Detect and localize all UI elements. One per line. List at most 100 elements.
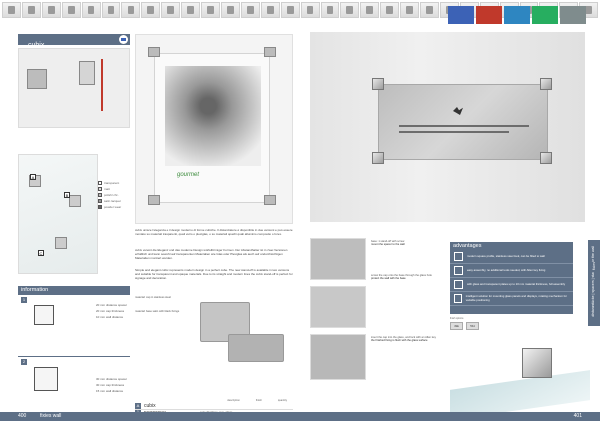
legend-label: satin lacquer [104, 199, 122, 203]
cube-diagram [34, 305, 54, 325]
thumbnail[interactable] [101, 2, 121, 18]
advantage-text: modern square profile, stainless steel l… [467, 253, 545, 258]
thumbnail[interactable] [2, 2, 21, 18]
swatch [98, 193, 102, 197]
brand-logo-icon [119, 35, 128, 44]
wall-sign-photo [310, 32, 585, 222]
advantage-item: modern square profile, stainless steel l… [450, 250, 573, 264]
finish-legend: transparent matt polish/ chr.. satin lac… [98, 180, 121, 210]
thumbnail[interactable] [380, 2, 400, 18]
corner-mount [372, 152, 384, 164]
category-block[interactable] [560, 6, 586, 24]
thumbnail[interactable] [141, 2, 161, 18]
assembly-step-photo [310, 286, 366, 328]
info-box-1: 1 20 mm distance spacer 20 mm cap thickn… [18, 294, 130, 356]
thumbnail[interactable] [121, 2, 141, 18]
right-footer: 401 [300, 412, 600, 421]
thumbnail[interactable] [61, 2, 81, 18]
thumbnail[interactable] [41, 2, 61, 18]
column-header: quantity [277, 399, 287, 402]
category-block[interactable] [532, 6, 558, 24]
thumbnail[interactable] [21, 2, 41, 18]
description-english: Simple and elegant cubix represents mode… [135, 268, 293, 280]
page-number: 400 [18, 413, 27, 419]
assembly-note: insert the cap into the glass, and lock … [371, 336, 439, 343]
corner-mount [372, 78, 384, 90]
product-title-bar: cubix [18, 34, 130, 49]
advantage-icon [454, 280, 463, 289]
swatch [98, 205, 102, 209]
description-italian: cubix unisce l'eleganza e il design mode… [135, 228, 293, 236]
category-block[interactable] [504, 6, 530, 24]
side-tab-label: distanzstücke | spacers | stand-off for … [591, 246, 595, 317]
thumbnail[interactable] [161, 2, 181, 18]
sign-panel: gourmet [154, 53, 270, 203]
plant-image [165, 66, 261, 166]
side-tab-short: fixies [588, 262, 600, 272]
thumbnail[interactable] [420, 2, 439, 18]
swatch [98, 199, 102, 203]
advantage-icon [454, 252, 463, 261]
category-block[interactable] [476, 6, 502, 24]
cubix-spacer-photo [522, 348, 552, 378]
advantage-text: intelligent solution for mounting glass … [465, 294, 567, 302]
legend-item: powder wear [98, 204, 121, 210]
spacer-drawing [79, 61, 95, 85]
corner-mount [540, 78, 552, 90]
description-german: cubix vereint die Eleganz und das modern… [135, 248, 288, 260]
side-tab-short-label: fixies [592, 262, 596, 270]
info-line: 10 mm wall distance [96, 315, 124, 319]
info-line: 20 mm cap thickness [96, 309, 125, 313]
advantages-header: advantages [450, 242, 573, 250]
thumbnail[interactable] [181, 2, 201, 18]
thumbnail[interactable] [400, 2, 420, 18]
thumbnail[interactable] [220, 2, 240, 18]
thumbnail[interactable] [260, 2, 280, 18]
swatch [98, 187, 102, 191]
note-bold-text: protect the wall with the base [371, 277, 406, 281]
thumbnail[interactable] [201, 2, 220, 18]
cube-fixing [55, 237, 67, 249]
advantages-list: modern square profile, stainless steel l… [450, 250, 573, 314]
thumbnail[interactable] [320, 2, 340, 18]
section-side-tab[interactable]: distanzstücke | spacers | stand-off for … [588, 240, 600, 326]
right-page: base: 1 stand-off with screw mount the s… [300, 24, 600, 426]
marker-a: A [30, 174, 36, 180]
advantage-icon [454, 294, 462, 303]
application-photo: gourmet [135, 34, 293, 224]
thumbnail[interactable] [340, 2, 360, 18]
glass-plate-image [18, 154, 98, 274]
legend-label: matt [104, 187, 110, 191]
page-number: 401 [573, 413, 582, 419]
thumbnail[interactable] [81, 2, 101, 18]
left-page: cubix A B C transparent matt polish/ chr… [0, 24, 300, 426]
advantage-icon [454, 266, 463, 275]
thumbnail[interactable] [300, 2, 320, 18]
column-header: finish [255, 399, 262, 402]
info-number: 1 [21, 297, 27, 303]
sign-brand-text: gourmet [177, 172, 200, 178]
info-line: 15 mm wall distance [96, 389, 124, 393]
info-box-2: 2 30 mm distance spacer 30 mm cap thickn… [18, 356, 130, 418]
sign-text-line [399, 125, 529, 127]
corner-stand-off [264, 47, 276, 57]
advantage-item: easy assembly, no additional tools neede… [450, 264, 573, 278]
corner-stand-off [264, 195, 276, 205]
thumbnail[interactable] [280, 2, 300, 18]
thumbnail[interactable] [360, 2, 380, 18]
swatch [98, 181, 102, 185]
bird-logo-icon [453, 107, 463, 115]
corner-stand-off [148, 47, 160, 57]
marker-c: C [38, 250, 44, 256]
assembly-note: screw the cap onto the base through the … [371, 274, 439, 281]
category-block[interactable] [448, 6, 474, 24]
product-photo-cubix [228, 334, 284, 362]
material-notes: material: cap in stainless steel materia… [135, 292, 189, 332]
thumbnail[interactable] [240, 2, 260, 18]
material-note: material: base satin with black fixings [135, 310, 180, 313]
left-footer: 400 fixies wall [0, 412, 300, 421]
cube-diagram [34, 367, 58, 391]
section-name: fixies wall [40, 413, 62, 419]
glass-fixing-photo [450, 320, 590, 426]
corner-mount [540, 152, 552, 164]
